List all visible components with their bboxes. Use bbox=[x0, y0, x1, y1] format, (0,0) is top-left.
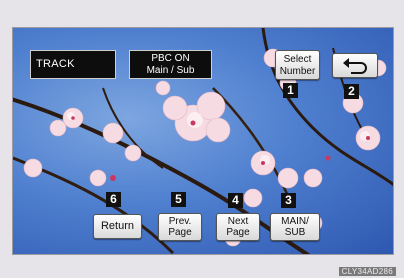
figure-code: CLY34AD286 bbox=[338, 267, 396, 276]
select-number-label-line2: Number bbox=[279, 66, 316, 77]
callout-5: 5 bbox=[171, 192, 186, 207]
back-button[interactable] bbox=[332, 53, 378, 78]
prev-page-label-line2: Page bbox=[168, 227, 192, 238]
prev-page-label-line1: Prev. bbox=[168, 216, 192, 227]
back-arrow-icon bbox=[343, 58, 367, 74]
track-label: TRACK bbox=[30, 50, 116, 79]
main-sub-label-line1: MAIN/ bbox=[281, 216, 309, 227]
select-number-label-line1: Select bbox=[283, 54, 312, 65]
callout-4: 4 bbox=[228, 193, 243, 208]
pbc-status: PBC ON Main / Sub bbox=[129, 50, 212, 79]
main-sub-label-line2: SUB bbox=[284, 227, 306, 238]
select-number-button[interactable]: Select Number bbox=[275, 50, 320, 80]
callout-2: 2 bbox=[344, 84, 359, 99]
pbc-status-line1: PBC ON bbox=[151, 53, 190, 64]
callout-6: 6 bbox=[106, 192, 121, 207]
dvd-screen: TRACK PBC ON Main / Sub Select Number Re… bbox=[12, 27, 394, 255]
display-frame: TRACK PBC ON Main / Sub Select Number Re… bbox=[0, 0, 404, 278]
callout-1: 1 bbox=[283, 83, 298, 98]
next-page-label-line2: Page bbox=[226, 227, 250, 238]
next-page-button[interactable]: Next Page bbox=[216, 213, 260, 241]
main-sub-button[interactable]: MAIN/ SUB bbox=[270, 213, 320, 241]
pbc-status-line2: Main / Sub bbox=[146, 65, 195, 76]
callout-3: 3 bbox=[281, 193, 296, 208]
return-button[interactable]: Return bbox=[93, 214, 142, 239]
next-page-label-line1: Next bbox=[227, 216, 249, 227]
prev-page-button[interactable]: Prev. Page bbox=[158, 213, 202, 241]
